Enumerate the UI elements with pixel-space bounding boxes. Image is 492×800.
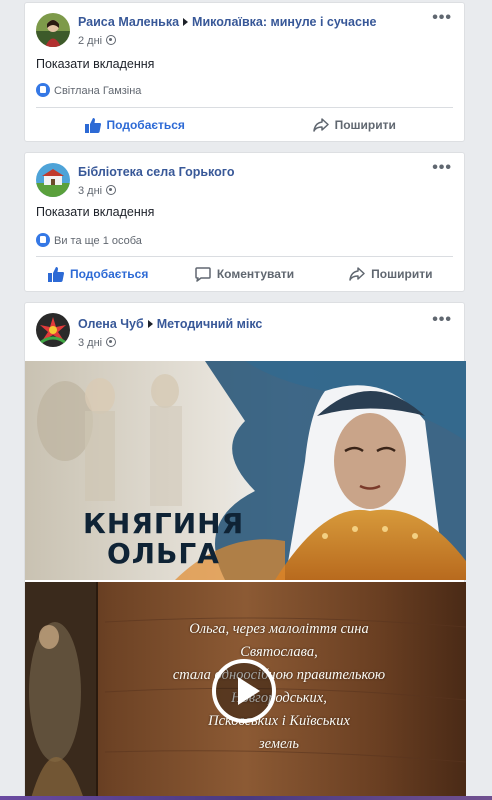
shared-to-arrow-icon: [183, 18, 189, 27]
divider: [36, 256, 453, 257]
post-header: Раиса Маленька Миколаївка: минуле і сучас…: [25, 3, 464, 49]
group-name[interactable]: Методичний мікс: [157, 317, 263, 331]
post-author[interactable]: Раиса Маленька Миколаївка: минуле і сучас…: [78, 15, 376, 29]
post-author[interactable]: Бібліотека села Горького: [78, 165, 234, 179]
post-author[interactable]: Олена Чуб Методичний мікс: [78, 317, 262, 331]
reactions-text[interactable]: Ви та ще 1 особа: [54, 235, 142, 247]
video-caption-line: земель: [259, 736, 299, 752]
show-attachment-link[interactable]: Показати вкладення: [36, 57, 154, 71]
shared-to-arrow-icon: [147, 320, 153, 329]
author-name[interactable]: Раиса Маленька: [78, 15, 179, 29]
comment-icon: [195, 266, 211, 282]
image-title: КНЯГИНЯ ОЛЬГА: [83, 509, 244, 569]
share-label: Поширити: [371, 267, 433, 281]
share-icon: [349, 267, 365, 281]
post-card: Раиса Маленька Миколаївка: минуле і сучас…: [24, 2, 465, 142]
post-meta: 2 дні: [78, 35, 117, 47]
more-options-icon[interactable]: •••: [432, 9, 452, 27]
thumbs-up-icon: [47, 266, 64, 282]
thumbs-up-icon: [84, 117, 101, 133]
taskbar-edge: [0, 796, 492, 800]
video-caption-line: Святослава,: [240, 644, 318, 660]
divider: [36, 107, 453, 108]
avatar[interactable]: [36, 163, 70, 197]
post-time[interactable]: 3 дні: [78, 185, 102, 197]
post-meta: 3 дні: [78, 337, 117, 349]
globe-icon: [106, 35, 117, 45]
more-options-icon[interactable]: •••: [432, 311, 452, 329]
post-meta: 3 дні: [78, 185, 117, 197]
video-caption-line: стала одноосібною правителькою: [172, 667, 386, 683]
like-button[interactable]: Подобається: [25, 117, 245, 133]
like-reaction-icon: [36, 233, 50, 247]
reactions-text[interactable]: Світлана Гамзіна: [54, 85, 141, 97]
comment-label: Коментувати: [216, 267, 295, 281]
video-caption: Ольга, через малоліття сина Святослава, …: [100, 618, 458, 756]
video-caption-line: Новгородських,: [231, 690, 327, 706]
post-header: Бібліотека села Горького 3 дні •••: [25, 153, 464, 199]
share-button[interactable]: Поширити: [245, 118, 465, 132]
image-title-line: КНЯГИНЯ: [83, 507, 245, 540]
like-label: Подобається: [106, 118, 185, 132]
post-video[interactable]: Ольга, через малоліття сина Святослава, …: [25, 582, 466, 800]
show-attachment-link[interactable]: Показати вкладення: [36, 205, 154, 219]
post-time[interactable]: 2 дні: [78, 35, 102, 47]
play-icon[interactable]: [212, 659, 276, 723]
action-bar: Подобається Поширити: [25, 109, 464, 141]
like-reaction-icon: [36, 83, 50, 97]
group-name[interactable]: Миколаївка: минуле і сучасне: [192, 15, 376, 29]
action-bar: Подобається Коментувати Поширити: [25, 258, 464, 290]
share-label: Поширити: [334, 118, 396, 132]
like-button[interactable]: Подобається: [25, 266, 171, 282]
more-options-icon[interactable]: •••: [432, 159, 452, 177]
share-button[interactable]: Поширити: [318, 267, 464, 281]
post-image[interactable]: КНЯГИНЯ ОЛЬГА: [25, 361, 466, 580]
share-icon: [312, 118, 329, 132]
reactions-summary[interactable]: Світлана Гамзіна: [36, 83, 141, 97]
globe-icon: [106, 337, 117, 347]
video-caption-line: Псковських і Київських: [208, 713, 350, 729]
like-label: Подобається: [69, 267, 149, 281]
avatar[interactable]: [36, 13, 70, 47]
video-caption-line: Ольга, через малоліття сина: [189, 621, 369, 637]
comment-button[interactable]: Коментувати: [171, 266, 317, 282]
avatar[interactable]: [36, 313, 70, 347]
post-time[interactable]: 3 дні: [78, 337, 102, 349]
author-name[interactable]: Олена Чуб: [78, 317, 144, 331]
globe-icon: [106, 185, 117, 195]
reactions-summary[interactable]: Ви та ще 1 особа: [36, 233, 142, 247]
image-title-line: ОЛЬГА: [107, 537, 220, 570]
author-name[interactable]: Бібліотека села Горького: [78, 165, 234, 179]
post-card: Бібліотека села Горького 3 дні ••• Показ…: [24, 152, 465, 292]
post-card: Олена Чуб Методичний мікс 3 дні ••• КНЯГ…: [24, 302, 466, 800]
post-header: Олена Чуб Методичний мікс 3 дні •••: [25, 303, 464, 349]
